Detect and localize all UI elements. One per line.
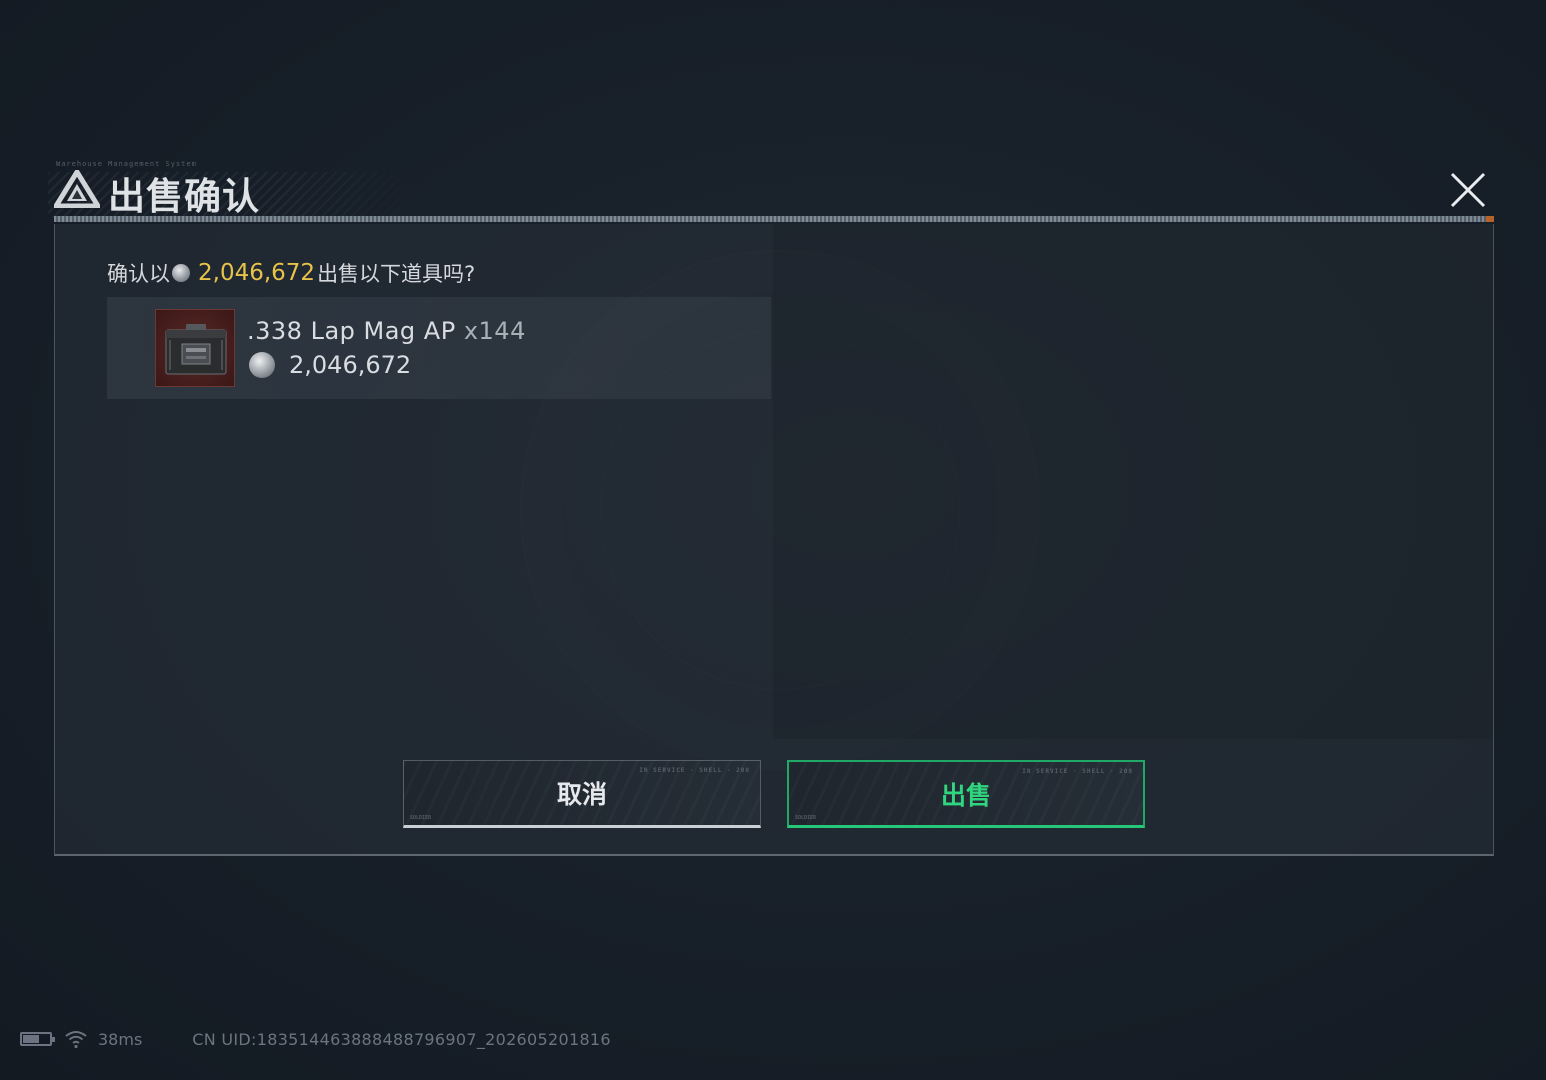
header-divider [54, 216, 1494, 222]
dialog-header: Warehouse Management System 出售确认 [48, 160, 1500, 224]
triangle-logo-icon [54, 170, 100, 208]
item-name-text: .338 Lap Mag AP [247, 317, 456, 345]
sell-button-label: 出售 [940, 780, 991, 810]
ammo-box-icon [155, 309, 235, 387]
item-price-value: 2,046,672 [289, 351, 412, 379]
button-corner-text: SOLDIER [795, 815, 817, 821]
button-microtext: IN SERVICE · SHELL · 208 [1022, 768, 1133, 775]
dialog-title: 出售确认 [108, 175, 260, 218]
user-uid: CN UID:18351446388848879690​7_2026052018… [192, 1029, 611, 1049]
item-row: .338 Lap Mag AP x144 2,046,672 [107, 297, 771, 399]
battery-icon [20, 1032, 55, 1046]
coin-icon [249, 352, 275, 378]
button-corner-text: SOLDIER [410, 815, 432, 821]
wifi-icon [65, 1031, 87, 1049]
sell-confirm-screen: Warehouse Management System 出售确认 确认以 2,0… [0, 0, 1546, 1080]
cancel-button[interactable]: IN SERVICE · SHELL · 208 SOLDIER 取消 [403, 760, 761, 828]
confirm-message: 确认以 2,046,672 出售以下道具吗? [107, 258, 475, 288]
confirm-suffix: 出售以下道具吗? [317, 262, 476, 286]
item-price: 2,046,672 [249, 351, 411, 379]
close-icon[interactable] [1448, 170, 1488, 210]
sell-button[interactable]: IN SERVICE · SHELL · 208 SOLDIER 出售 [787, 760, 1145, 828]
ammo-box-graphic [165, 324, 227, 375]
coin-icon [172, 264, 190, 282]
cancel-button-label: 取消 [556, 780, 607, 809]
dialog-panel: 确认以 2,046,672 出售以下道具吗? .338 Lap Mag AP x… [54, 224, 1494, 856]
button-microtext: IN SERVICE · SHELL · 208 [639, 767, 750, 774]
confirm-prefix: 确认以 [107, 262, 170, 286]
item-name: .338 Lap Mag AP x144 [247, 317, 526, 345]
ping-value: 38ms [98, 1029, 143, 1049]
item-quantity: x144 [463, 317, 526, 345]
panel-shade [773, 224, 1493, 739]
status-bar: 38ms CN UID:18351446388848879690​7_20260… [20, 1028, 611, 1050]
confirm-amount: 2,046,672 [198, 260, 316, 286]
